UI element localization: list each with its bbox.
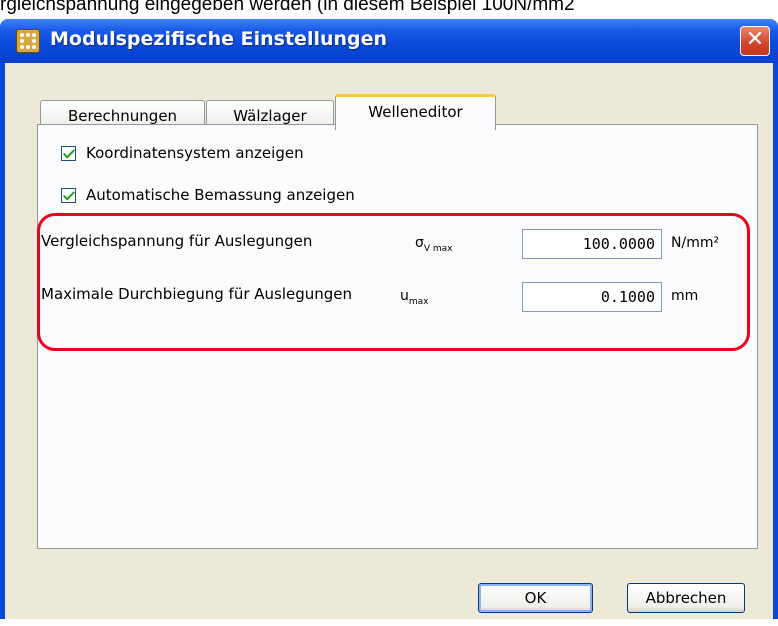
checkbox-bemassung[interactable] <box>61 188 76 203</box>
settings-dots-icon <box>16 29 40 53</box>
checkbox-bemassung-label: Automatische Bemassung anzeigen <box>86 186 355 204</box>
close-button[interactable]: ✕ <box>740 26 770 56</box>
title-bar[interactable]: Modulspezifische Einstellungen ✕ <box>0 19 778 63</box>
window-title: Modulspezifische Einstellungen <box>50 28 388 50</box>
tab-welleneditor[interactable]: Welleneditor <box>335 94 496 130</box>
checkbox-koordinatensystem[interactable] <box>61 146 76 161</box>
close-icon: ✕ <box>745 27 765 52</box>
cancel-button[interactable]: Abbrechen <box>627 583 745 613</box>
highlight-annotation <box>37 213 750 351</box>
ok-button[interactable]: OK <box>478 583 593 613</box>
checkbox-koordinatensystem-label: Koordinatensystem anzeigen <box>86 144 304 162</box>
background-caption: rgleichspannung eingegeben werden (in di… <box>0 0 575 15</box>
